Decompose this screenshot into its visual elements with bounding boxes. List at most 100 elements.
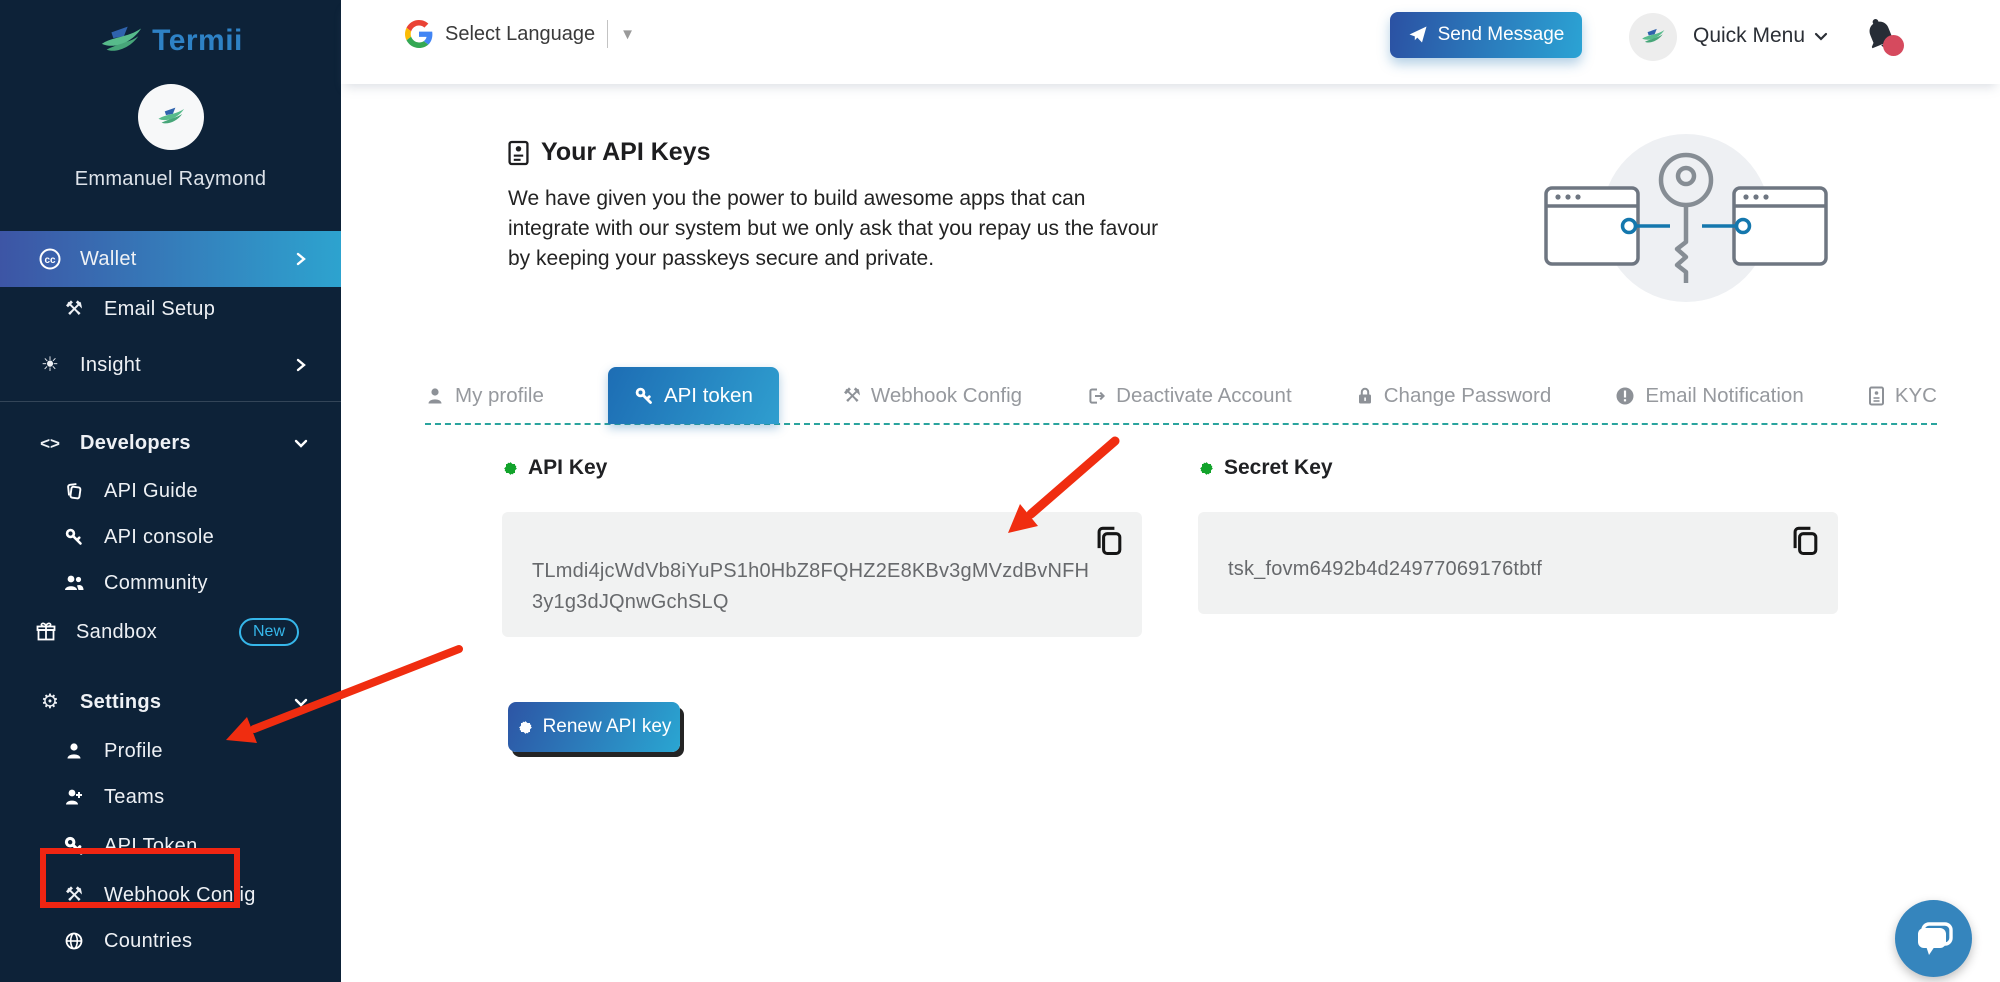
notification-badge	[1883, 35, 1904, 56]
secret-key-label: Secret Key	[1224, 456, 1333, 480]
api-key-label: API Key	[528, 456, 607, 480]
sidebar-item-teams[interactable]: Teams	[0, 774, 341, 820]
sidebar-item-label: API Guide	[104, 480, 198, 503]
code-icon: <>	[38, 435, 62, 452]
secret-key-value: tsk_fovm6492b4d24977069176tbtf	[1228, 554, 1793, 585]
sidebar-item-api-guide[interactable]: API Guide	[0, 468, 341, 514]
wallet-coin-icon: cc	[38, 247, 62, 271]
api-key-illustration	[1536, 128, 1836, 313]
sidebar-item-profile[interactable]: Profile	[0, 728, 341, 774]
gift-icon	[34, 621, 58, 643]
pages-icon	[62, 481, 86, 501]
tab-kyc[interactable]: KYC	[1868, 367, 1937, 424]
lock-icon	[1356, 386, 1374, 406]
people-icon	[62, 573, 86, 593]
sidebar-item-label: Community	[104, 572, 208, 595]
paper-plane-icon	[1408, 25, 1428, 45]
sidebar-item-label: Settings	[80, 691, 161, 714]
tools-icon: ⚒	[62, 885, 86, 905]
tab-label: KYC	[1895, 384, 1937, 408]
send-message-button[interactable]: Send Message	[1390, 12, 1582, 58]
api-key-label-row: API Key	[502, 456, 607, 480]
sidebar-item-countries[interactable]: Countries	[0, 918, 341, 964]
caret-down-icon: ▼	[620, 26, 635, 43]
account-avatar[interactable]	[1629, 13, 1677, 61]
sidebar-item-insight[interactable]: ☀ Insight	[0, 339, 341, 391]
tools-icon: ⚒	[843, 386, 861, 406]
sidebar-item-label: Insight	[80, 354, 141, 377]
quick-menu-label: Quick Menu	[1693, 24, 1805, 48]
chevron-down-icon	[289, 437, 313, 449]
sidebar-item-settings[interactable]: ⚙ Settings	[0, 676, 341, 728]
tab-label: Deactivate Account	[1116, 384, 1292, 408]
tab-webhook-config[interactable]: ⚒ Webhook Config	[843, 367, 1022, 424]
sidebar-item-label: Email Setup	[104, 298, 215, 321]
language-label: Select Language	[445, 23, 595, 46]
sidebar-item-label: Developers	[80, 432, 191, 455]
person-icon	[425, 386, 445, 406]
chat-widget-button[interactable]	[1895, 900, 1972, 977]
settings-tabs: My profile API token ⚒ Webhook Config De…	[425, 368, 1937, 425]
secret-key-label-row: Secret Key	[1198, 456, 1333, 480]
person-plus-icon	[62, 787, 86, 807]
tab-label: Email Notification	[1645, 384, 1803, 408]
tab-email-notification[interactable]: Email Notification	[1615, 367, 1803, 424]
main-content: Your API Keys We have given you the powe…	[341, 84, 2000, 982]
sidebar-item-api-token[interactable]: API Token	[0, 820, 341, 872]
person-icon	[62, 741, 86, 761]
page-title: Your API Keys	[541, 138, 711, 167]
renew-api-key-button[interactable]: Renew API key	[508, 702, 680, 752]
tab-deactivate-account[interactable]: Deactivate Account	[1086, 367, 1292, 424]
sidebar-item-sandbox[interactable]: Sandbox New	[0, 606, 341, 658]
tab-label: My profile	[455, 384, 544, 408]
green-star-icon	[1198, 460, 1215, 477]
tools-icon: ⚒	[62, 299, 86, 319]
tab-my-profile[interactable]: My profile	[425, 367, 544, 424]
sidebar-item-webhook-config[interactable]: ⚒ Webhook Config	[0, 872, 341, 918]
tab-api-token[interactable]: API token	[608, 367, 779, 424]
api-key-value: TLmdi4jcWdVb8iYuPS1h0HbZ8FQHZ2E8KBv3gMVz…	[532, 556, 1097, 618]
key-icon	[62, 527, 86, 547]
api-key-box: TLmdi4jcWdVb8iYuPS1h0HbZ8FQHZ2E8KBv3gMVz…	[502, 512, 1142, 637]
sun-icon: ☀	[38, 355, 62, 375]
termii-logo[interactable]: Termii	[0, 0, 341, 58]
notification-bell-icon[interactable]	[1862, 14, 1902, 58]
chevron-down-icon	[289, 696, 313, 708]
quick-menu[interactable]: Quick Menu	[1693, 24, 1829, 48]
sidebar-item-developers[interactable]: <> Developers	[0, 418, 341, 468]
chevron-right-icon	[289, 251, 313, 267]
sidebar-item-label: Profile	[104, 740, 163, 763]
key-icon	[634, 386, 654, 406]
user-avatar	[138, 84, 204, 150]
tab-change-password[interactable]: Change Password	[1356, 367, 1552, 424]
sidebar-item-community[interactable]: Community	[0, 560, 341, 606]
renew-api-key-label: Renew API key	[543, 716, 672, 738]
termii-bird-icon	[98, 25, 144, 57]
brand-wordmark: Termii	[152, 24, 243, 58]
key-icon	[62, 835, 86, 857]
new-badge: New	[239, 618, 299, 646]
copy-secret-key-button[interactable]	[1786, 522, 1824, 560]
sidebar-item-label: Teams	[104, 786, 164, 809]
exclamation-circle-icon	[1615, 386, 1635, 406]
sidebar: Termii Emmanuel Raymond cc Wallet ⚒ Emai…	[0, 0, 341, 982]
sidebar-item-label: Wallet	[80, 248, 137, 271]
sidebar-item-email-setup[interactable]: ⚒ Email Setup	[0, 287, 341, 331]
globe-icon	[62, 931, 86, 951]
sidebar-item-label: API console	[104, 526, 214, 549]
sidebar-item-api-console[interactable]: API console	[0, 514, 341, 560]
page-title-row: Your API Keys	[508, 138, 711, 167]
user-name: Emmanuel Raymond	[0, 168, 341, 191]
sidebar-nav: cc Wallet ⚒ Email Setup ☀ Insight <> Dev…	[0, 231, 341, 964]
google-icon	[405, 20, 433, 48]
topbar: Select Language ▼ Send Message Quick Men…	[341, 0, 2000, 84]
language-selector[interactable]: Select Language ▼	[405, 20, 635, 48]
copy-api-key-button[interactable]	[1090, 522, 1128, 560]
divider	[607, 20, 608, 48]
sidebar-item-wallet[interactable]: cc Wallet	[0, 231, 341, 287]
page-description: We have given you the power to build awe…	[508, 184, 1163, 274]
sidebar-item-label: API Token	[104, 835, 198, 858]
tab-label: Webhook Config	[871, 384, 1022, 408]
contact-card-icon	[508, 140, 529, 166]
chevron-right-icon	[289, 357, 313, 373]
